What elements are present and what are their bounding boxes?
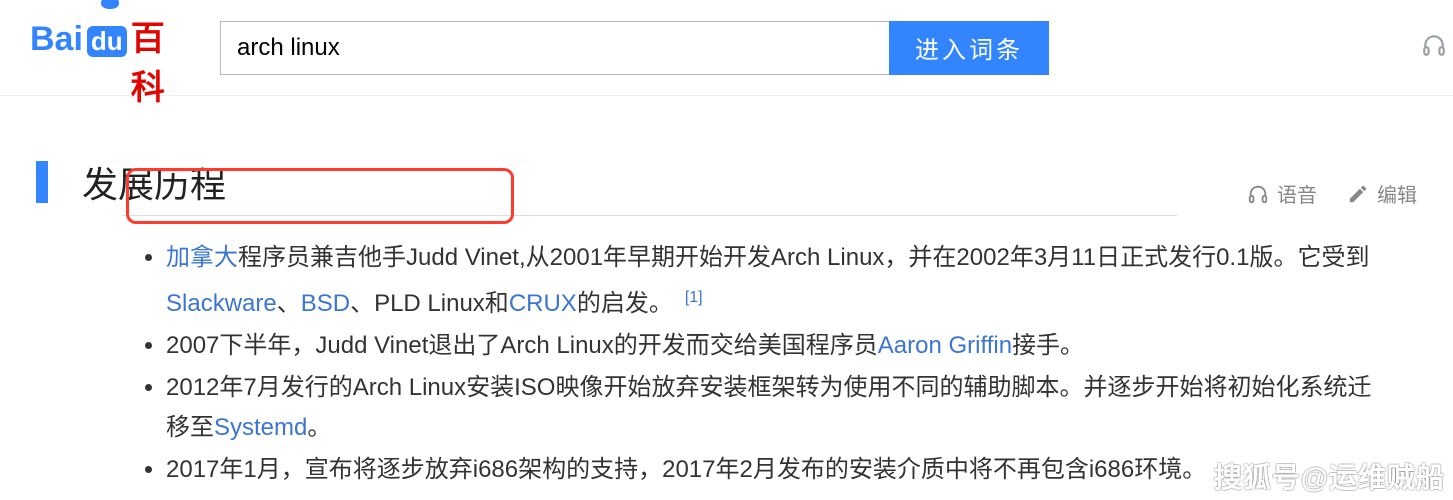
baidu-baike-logo[interactable]: Bai du 百科 (30, 0, 190, 109)
pencil-icon (1347, 183, 1369, 205)
text: 2007下半年，Judd Vinet退出了Arch Linux的开发而交给美国程… (166, 332, 878, 359)
link-systemd[interactable]: Systemd (214, 414, 307, 441)
voice-action[interactable]: 语音 (1247, 179, 1317, 208)
enter-entry-button[interactable]: 进入词条 (889, 21, 1049, 75)
headset-icon[interactable] (1421, 32, 1447, 58)
watermark: 搜狐号@运维贼船 (1214, 456, 1445, 496)
edit-action[interactable]: 编辑 (1347, 179, 1417, 208)
list-item: 加拿大程序员兼吉他手Judd Vinet,从2001年早期开始开发Arch Li… (166, 238, 1377, 324)
logo-text-bai: Bai (30, 20, 83, 59)
text: 2012年7月发行的Arch Linux安装ISO映像开始放弃安装框架转为使用不… (166, 374, 1371, 441)
text: 的启发。 (577, 290, 673, 317)
logo-text-baike: 百科 (131, 11, 190, 109)
text: 接手。 (1012, 332, 1084, 359)
link-slackware[interactable]: Slackware (166, 290, 277, 317)
text: 。 (307, 414, 331, 441)
link-aaron-griffin[interactable]: Aaron Griffin (878, 332, 1012, 359)
link-canada[interactable]: 加拿大 (166, 244, 238, 271)
section-title: 发展历程 (82, 156, 226, 208)
link-bsd[interactable]: BSD (301, 290, 350, 317)
page-header: Bai du 百科 进入词条 (0, 0, 1453, 96)
section-underline (122, 215, 1177, 216)
list-item: 2012年7月发行的Arch Linux安装ISO映像开始放弃安装框架转为使用不… (166, 368, 1377, 448)
text: 程序员兼吉他手Judd Vinet,从2001年早期开始开发Arch Linux… (238, 244, 1369, 271)
list-item: 2007下半年，Judd Vinet退出了Arch Linux的开发而交给美国程… (166, 326, 1377, 366)
text: 、 (277, 290, 301, 317)
history-list: 加拿大程序员兼吉他手Judd Vinet,从2001年早期开始开发Arch Li… (36, 238, 1417, 490)
search-input[interactable] (220, 21, 889, 75)
content-area: 发展历程 语音 编辑 加拿大程序员兼吉他手Judd Vinet,从2001年早期… (0, 96, 1453, 490)
reference-1[interactable]: [1] (685, 289, 703, 306)
search-bar: 进入词条 (220, 21, 1049, 75)
section-accent-bar (36, 161, 48, 203)
logo-text-du: du (87, 26, 127, 57)
header-right-tools (1421, 32, 1447, 58)
headset-icon (1247, 183, 1269, 205)
voice-label: 语音 (1277, 179, 1317, 208)
edit-label: 编辑 (1377, 179, 1417, 208)
text: 2017年1月，宣布将逐步放弃i686架构的支持，2017年2月发布的安装介质中… (166, 456, 1206, 483)
section-actions: 语音 编辑 (1247, 179, 1417, 208)
list-item: 2017年1月，宣布将逐步放弃i686架构的支持，2017年2月发布的安装介质中… (166, 450, 1377, 490)
text: 、PLD Linux和 (350, 290, 509, 317)
link-crux[interactable]: CRUX (509, 290, 577, 317)
section-header: 发展历程 语音 编辑 (36, 156, 1417, 208)
